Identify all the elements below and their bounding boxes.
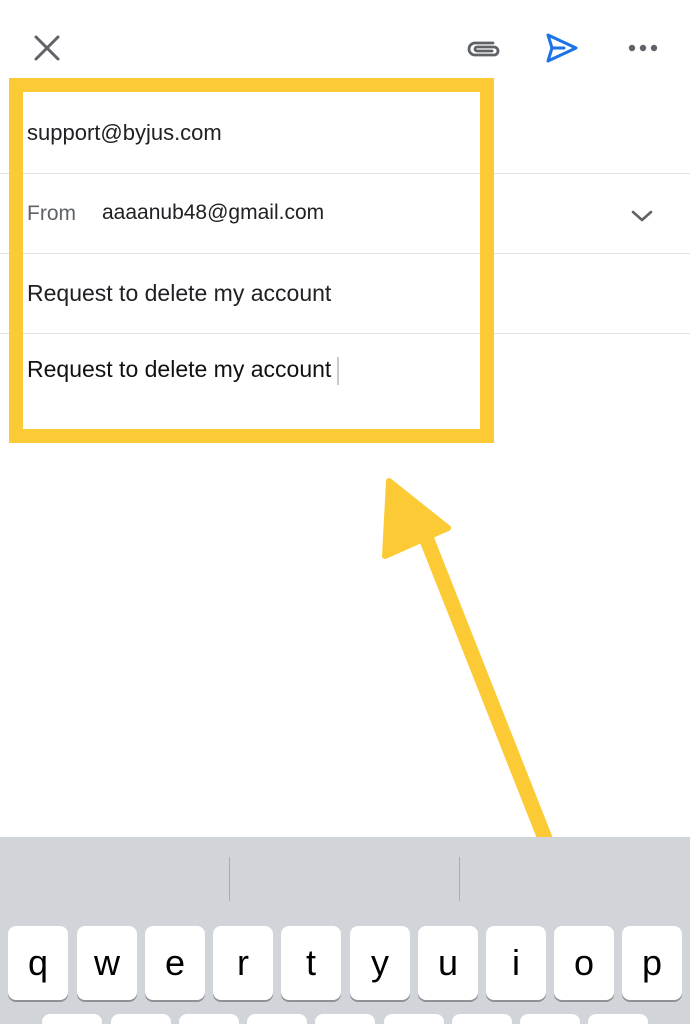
compose-toolbar bbox=[0, 0, 690, 94]
close-button[interactable] bbox=[21, 22, 73, 74]
from-account-dropdown[interactable] bbox=[622, 196, 662, 236]
key-o[interactable]: o bbox=[554, 926, 614, 1000]
more-options-button[interactable] bbox=[617, 22, 669, 74]
key-u[interactable]: u bbox=[418, 926, 478, 1000]
key-r[interactable]: r bbox=[213, 926, 273, 1000]
key-row2-partial[interactable] bbox=[179, 1014, 239, 1024]
close-icon bbox=[34, 35, 60, 61]
key-t[interactable]: t bbox=[281, 926, 341, 1000]
send-icon bbox=[546, 33, 578, 63]
body-field[interactable]: Request to delete my account bbox=[0, 334, 690, 434]
subject-field[interactable]: Request to delete my account bbox=[0, 254, 690, 334]
to-recipient: support@byjus.com bbox=[27, 120, 222, 145]
more-icon bbox=[628, 44, 658, 52]
key-row2-partial[interactable] bbox=[384, 1014, 444, 1024]
from-field[interactable]: From aaaanub48@gmail.com bbox=[0, 174, 690, 254]
from-address: aaaanub48@gmail.com bbox=[102, 201, 325, 224]
key-row2-partial[interactable] bbox=[247, 1014, 307, 1024]
suggestion-divider bbox=[459, 857, 460, 901]
attachment-icon bbox=[467, 41, 500, 57]
suggestion-bar bbox=[0, 837, 690, 919]
key-row2-partial[interactable] bbox=[520, 1014, 580, 1024]
key-row2-partial[interactable] bbox=[588, 1014, 648, 1024]
key-row2-partial[interactable] bbox=[315, 1014, 375, 1024]
key-row2-partial[interactable] bbox=[42, 1014, 102, 1024]
compose-screen: support@byjus.com From aaaanub48@gmail.c… bbox=[0, 0, 690, 1024]
key-row2-partial[interactable] bbox=[452, 1014, 512, 1024]
key-i[interactable]: i bbox=[486, 926, 546, 1000]
key-y[interactable]: y bbox=[350, 926, 410, 1000]
send-button[interactable] bbox=[536, 22, 588, 74]
to-field[interactable]: support@byjus.com bbox=[0, 94, 690, 174]
key-row2-partial[interactable] bbox=[111, 1014, 171, 1024]
on-screen-keyboard: q w e r t y u i o p bbox=[0, 837, 690, 1024]
key-w[interactable]: w bbox=[77, 926, 137, 1000]
key-p[interactable]: p bbox=[622, 926, 682, 1000]
key-e[interactable]: e bbox=[145, 926, 205, 1000]
attach-button[interactable] bbox=[457, 22, 509, 74]
suggestion-divider bbox=[229, 857, 230, 901]
text-cursor bbox=[337, 356, 340, 385]
chevron-down-icon bbox=[631, 210, 653, 222]
subject-text: Request to delete my account bbox=[27, 280, 332, 306]
from-label: From bbox=[27, 202, 76, 225]
body-text: Request to delete my account bbox=[27, 356, 332, 382]
key-q[interactable]: q bbox=[8, 926, 68, 1000]
body-line: Request to delete my account bbox=[27, 356, 340, 385]
